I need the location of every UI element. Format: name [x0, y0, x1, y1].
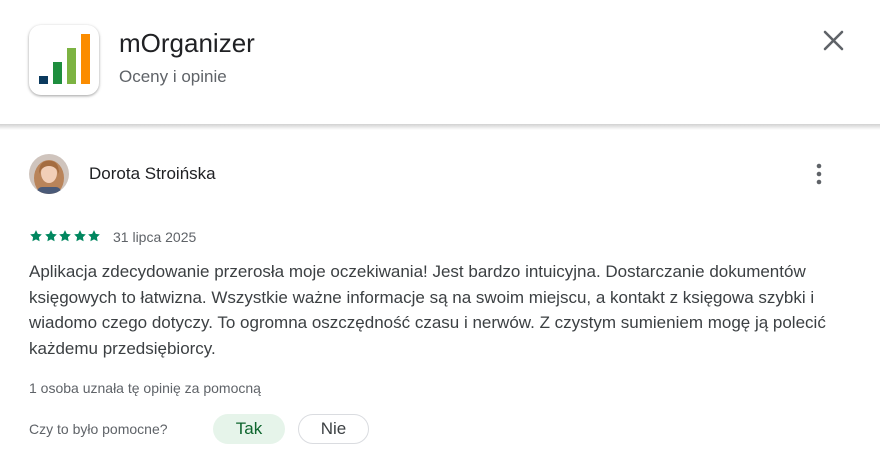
- close-button[interactable]: [816, 24, 850, 58]
- header-divider-shadow: [0, 124, 880, 130]
- close-icon: [823, 30, 844, 51]
- star-filled-icon: [30, 230, 42, 242]
- reviewer-name: Dorota Stroińska: [89, 164, 216, 183]
- user-photo-icon: [29, 154, 69, 194]
- helpful-count: 1 osoba uznała tę opinię za pomocną: [29, 380, 261, 396]
- helpful-no-button[interactable]: Nie: [298, 414, 369, 444]
- logo-bar-4: [81, 34, 90, 84]
- helpful-question: Czy to było pomocne?: [29, 421, 168, 437]
- star-filled-icon: [88, 230, 100, 242]
- review-date: 31 lipca 2025: [113, 229, 197, 245]
- more-vert-icon: [816, 163, 822, 185]
- app-subtitle: Oceny i opinie: [119, 67, 227, 86]
- more-options-button[interactable]: [806, 160, 832, 188]
- bar-chart-logo-icon: [39, 34, 90, 84]
- logo-bar-2: [53, 62, 62, 84]
- star-rating: [29, 228, 102, 244]
- app-header: mOrganizer Oceny i opinie: [0, 0, 880, 124]
- avatar: [29, 154, 69, 194]
- review-text: Aplikacja zdecydowanie przerosła moje oc…: [29, 262, 826, 358]
- star-filled-icon: [44, 230, 57, 242]
- star-filled-icon: [73, 230, 86, 242]
- helpful-yes-button[interactable]: Tak: [213, 414, 285, 444]
- logo-bar-1: [39, 76, 48, 84]
- app-title: mOrganizer: [119, 28, 255, 58]
- star-filled-icon: [59, 230, 71, 242]
- logo-bar-3: [67, 48, 76, 84]
- app-logo-icon: [29, 25, 99, 95]
